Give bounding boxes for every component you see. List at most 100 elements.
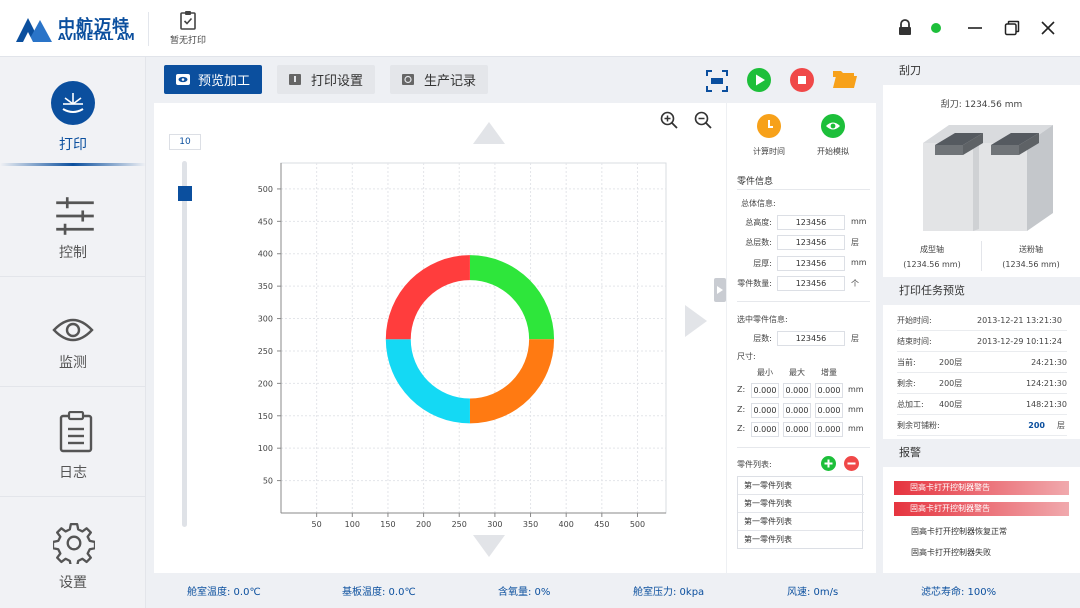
size-step-field[interactable]: 0.000 (815, 422, 843, 437)
arrow-up-icon[interactable] (473, 122, 505, 144)
simulate-eye-icon[interactable] (821, 114, 845, 138)
layer-thick-field[interactable]: 123456 (777, 256, 845, 271)
alarm-item[interactable]: 固高卡打开控制器恢复正常 (894, 525, 1069, 539)
size-axis: Z: (737, 385, 746, 394)
layer-thick-unit: mm (851, 258, 867, 267)
x-tick-label: 400 (559, 520, 574, 529)
calc-time-label[interactable]: 计算时间 (741, 146, 797, 157)
clock-icon[interactable] (757, 114, 781, 138)
zoom-out-icon[interactable] (694, 111, 712, 129)
list-item[interactable]: 第一零件列表 (738, 477, 864, 495)
panel-collapse-handle[interactable] (714, 278, 726, 302)
total-height-field[interactable]: 123456 (777, 215, 845, 230)
tab-label: 生产记录 (424, 74, 477, 89)
size-step-field[interactable]: 0.000 (815, 383, 843, 398)
part-count-field[interactable]: 123456 (777, 276, 845, 291)
list-item[interactable]: 第一零件列表 (738, 495, 864, 513)
y-tick-label: 150 (258, 412, 273, 421)
no-print-label: 暂无打印 (169, 36, 206, 46)
lock-icon[interactable] (898, 19, 912, 36)
tab-print-settings[interactable]: 打印设置 (277, 65, 375, 94)
layer-slider-track[interactable] (182, 161, 187, 527)
maximize-icon[interactable] (1004, 20, 1020, 36)
active-indicator (0, 163, 146, 166)
filter-life: 滤芯寿命: 100% (921, 587, 997, 598)
no-print-status[interactable]: 暂无打印 (166, 10, 210, 46)
divider (737, 301, 870, 302)
print-settings-icon (289, 74, 301, 85)
y-tick-label: 200 (258, 379, 273, 388)
sidebar-item-log[interactable]: 日志 (0, 387, 146, 497)
zoom-in-icon[interactable] (660, 111, 678, 129)
stop-icon[interactable] (790, 68, 814, 92)
gear-icon (53, 522, 95, 564)
task-row: 剩余: 200层 124:21:30 (897, 373, 1067, 394)
blade-title: 刮刀 (883, 57, 1080, 85)
task-row-value: 200 (1028, 421, 1045, 430)
task-row: 总加工: 400层 148:21:30 (897, 394, 1067, 415)
add-icon[interactable] (821, 456, 836, 471)
sel-layers-field[interactable]: 123456 (777, 331, 845, 346)
size-min-field[interactable]: 0.000 (751, 422, 779, 437)
list-item[interactable]: 第一零件列表 (738, 531, 864, 549)
remove-icon[interactable] (844, 456, 859, 471)
powder-axis-label: 送粉轴 (1019, 245, 1043, 254)
donut-slice (469, 339, 555, 424)
y-tick-label: 400 (258, 250, 273, 259)
y-tick-label: 50 (263, 477, 273, 486)
play-icon[interactable] (747, 68, 771, 92)
top-bar: 中航迈特 AVIMETAL AM 暂无打印 (0, 0, 1080, 57)
logo-en: AVIMETAL AM (58, 32, 135, 43)
total-layers-label: 总层数: (745, 238, 772, 247)
alarm-item[interactable]: 固高卡打开控制器警告 (894, 502, 1069, 516)
wind-speed: 风速: 0m/s (787, 587, 839, 598)
sidebar-item-settings[interactable]: 设置 (0, 497, 146, 607)
size-max-field[interactable]: 0.000 (783, 403, 811, 418)
arrow-down-icon[interactable] (473, 535, 505, 557)
x-tick-label: 450 (594, 520, 609, 529)
tab-label: 预览加工 (198, 74, 251, 89)
alarm-item[interactable]: 固高卡打开控制器警告 (894, 481, 1069, 495)
size-label: 尺寸: (737, 352, 756, 361)
tab-preview[interactable]: 预览加工 (164, 65, 262, 94)
chart-grid (280, 162, 667, 514)
size-min-field[interactable]: 0.000 (751, 383, 779, 398)
list-item[interactable]: 第一零件列表 (738, 513, 864, 531)
size-max-field[interactable]: 0.000 (783, 383, 811, 398)
arrow-right-icon[interactable] (685, 305, 707, 337)
layer-slider-handle[interactable] (178, 186, 192, 201)
chart-donut (385, 255, 555, 424)
donut-slice (385, 255, 470, 340)
total-layers-field[interactable]: 123456 (777, 235, 845, 250)
task-row-label: 总加工: (897, 400, 924, 409)
start-sim-label[interactable]: 开始模拟 (805, 146, 861, 157)
content-area: 10 50 100 150 200 250 300 350 400 450 500 50 100 150… (154, 103, 876, 573)
blade-value: 刮刀: 1234.56 mm (940, 100, 1023, 110)
alarm-item[interactable]: 固高卡打开控制器失败 (894, 546, 1069, 560)
clipboard-check-icon (180, 11, 196, 30)
task-row: 当前: 200层 24:21:30 (897, 352, 1067, 373)
sidebar-item-print[interactable]: 打印 (0, 57, 146, 167)
task-row-mid: 200层 (939, 379, 963, 388)
x-tick-label: 300 (487, 520, 502, 529)
divider (148, 12, 149, 46)
y-tick-label: 300 (258, 315, 273, 324)
task-row-value: 24:21:30 (1031, 358, 1067, 367)
size-step-field[interactable]: 0.000 (815, 403, 843, 418)
sidebar-item-monitor[interactable]: 监测 (0, 277, 146, 387)
folder-open-icon[interactable] (832, 69, 858, 89)
task-row: 开始时间: 2013-12-21 13:21:30 (897, 310, 1067, 331)
window-controls (880, 0, 1080, 57)
close-icon[interactable] (1040, 20, 1056, 36)
fit-view-icon[interactable] (706, 70, 728, 92)
layer-value-box[interactable]: 10 (169, 134, 201, 150)
tab-label: 打印设置 (311, 74, 364, 89)
status-indicator-icon (931, 23, 941, 33)
size-min-field[interactable]: 0.000 (751, 403, 779, 418)
size-max-field[interactable]: 0.000 (783, 422, 811, 437)
size-unit: mm (848, 424, 864, 433)
sidebar-item-control[interactable]: 控制 (0, 167, 146, 277)
size-axis: Z: (737, 405, 746, 414)
minimize-icon[interactable] (967, 20, 983, 36)
tab-production-log[interactable]: 生产记录 (390, 65, 488, 94)
